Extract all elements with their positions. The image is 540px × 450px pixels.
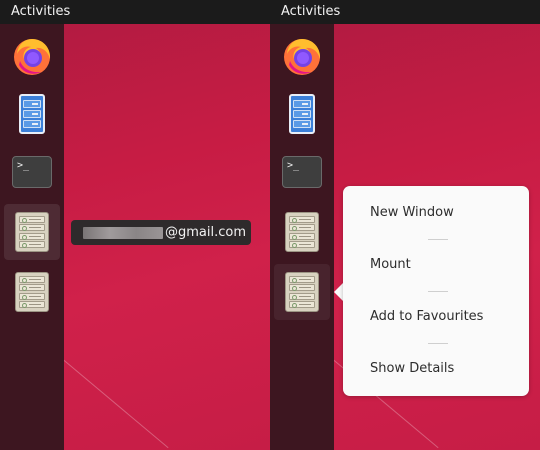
activities-button[interactable]: Activities [281, 4, 340, 19]
drive-icon [15, 212, 49, 252]
menu-item-new-window[interactable]: New Window [343, 200, 529, 226]
terminal-icon: >_ [282, 156, 322, 188]
drive-icon [15, 272, 49, 312]
redacted-text [83, 226, 163, 239]
file-cabinet-icon [289, 94, 315, 134]
dock: >_ [270, 24, 334, 450]
dock-item-files[interactable] [4, 86, 60, 142]
context-menu: New Window Mount Add to Favourites Show … [343, 186, 529, 396]
menu-separator [343, 226, 529, 252]
menu-item-add-to-favourites[interactable]: Add to Favourites [343, 304, 529, 330]
top-bar: Activities [270, 0, 540, 24]
menu-item-mount[interactable]: Mount [343, 252, 529, 278]
menu-separator [343, 278, 529, 304]
dock-item-firefox[interactable] [4, 28, 60, 84]
context-menu-arrow [334, 283, 343, 301]
top-bar: Activities [0, 0, 270, 24]
file-cabinet-icon [19, 94, 45, 134]
firefox-icon [284, 39, 321, 75]
left-screen: Activities >_ @gmail.com [0, 0, 270, 450]
dock: >_ [0, 24, 64, 450]
dock-item-terminal[interactable]: >_ [274, 144, 330, 200]
dock-item-drive-1[interactable] [274, 204, 330, 260]
dock-item-drive-2[interactable] [4, 264, 60, 320]
firefox-icon [14, 39, 51, 75]
drive-tooltip: @gmail.com [71, 220, 251, 245]
dock-item-files[interactable] [274, 86, 330, 142]
tooltip-label: @gmail.com [165, 225, 247, 240]
drive-icon [285, 272, 319, 312]
dock-item-drive-1[interactable] [4, 204, 60, 260]
terminal-icon: >_ [12, 156, 52, 188]
dock-item-drive-2[interactable] [274, 264, 330, 320]
drive-icon [285, 212, 319, 252]
dock-item-terminal[interactable]: >_ [4, 144, 60, 200]
activities-button[interactable]: Activities [11, 4, 70, 19]
menu-separator [343, 330, 529, 356]
dock-item-firefox[interactable] [274, 28, 330, 84]
menu-item-show-details[interactable]: Show Details [343, 356, 529, 382]
